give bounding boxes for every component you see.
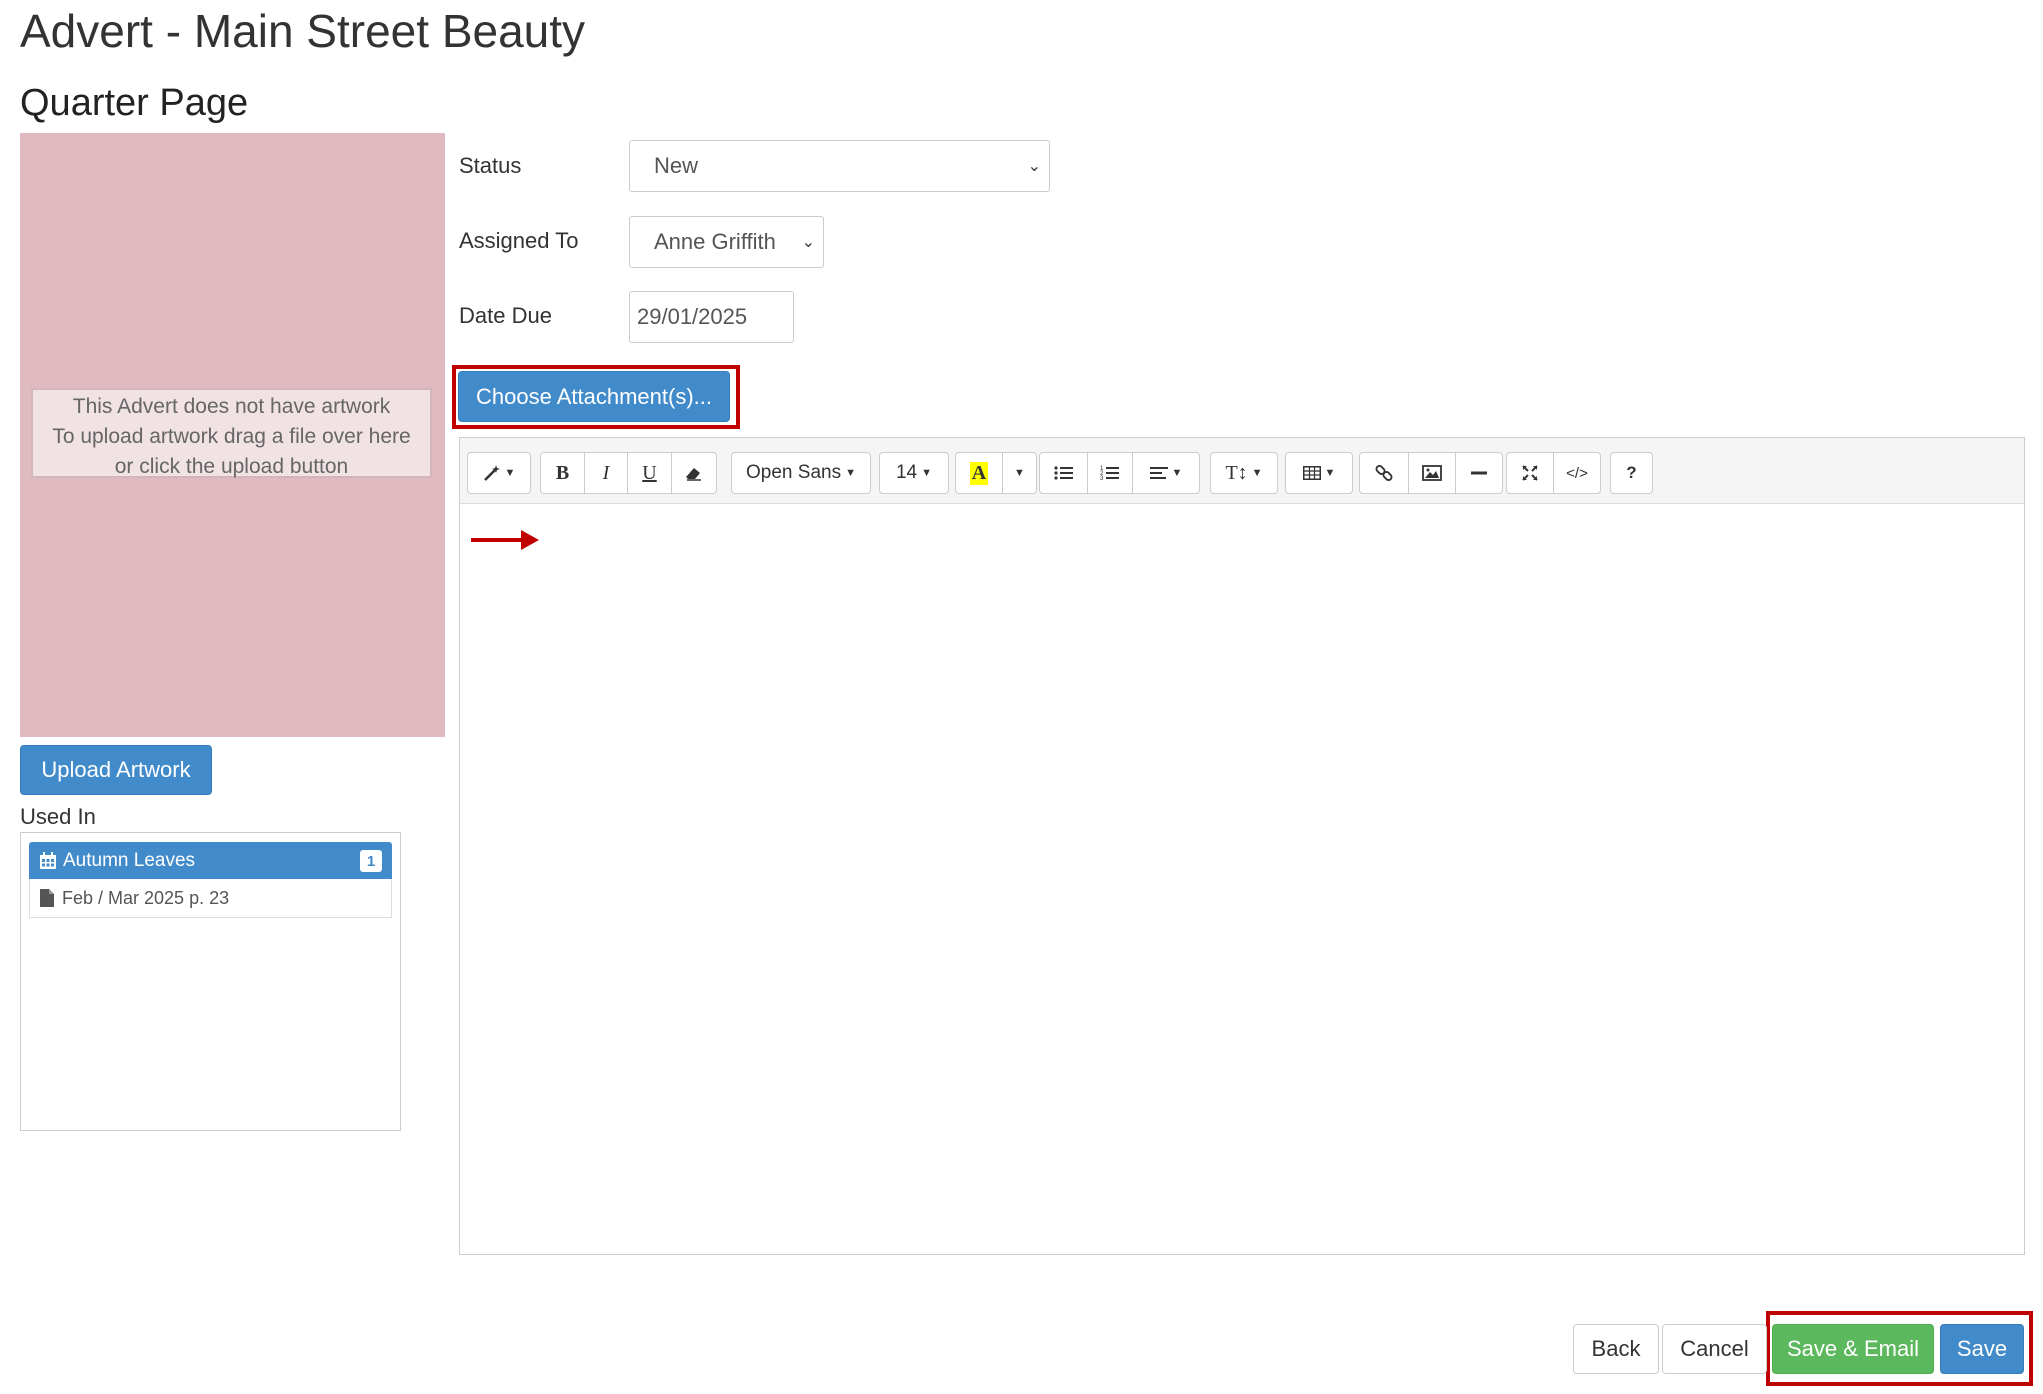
status-label: Status (459, 153, 522, 178)
chevron-down-icon: ⌄ (1027, 158, 1041, 175)
save-button[interactable]: Save (1940, 1324, 2024, 1374)
help-group: ? (1610, 452, 1653, 494)
text-height-icon: T↕ (1225, 461, 1248, 484)
caret-down-icon: ▼ (1014, 467, 1025, 479)
table-icon (1302, 466, 1321, 480)
font-size-group: 14 ▼ (879, 452, 949, 494)
bullet-list-glyph (1053, 466, 1073, 480)
arrow-right-icon (471, 530, 539, 550)
status-select[interactable]: New ⌄ (629, 140, 1050, 192)
eraser-icon[interactable] (671, 452, 717, 494)
page-title: Advert - Main Street Beauty (20, 5, 586, 57)
format-group: B I U (540, 452, 717, 494)
link-icon[interactable] (1359, 452, 1409, 494)
font-name-group: Open Sans ▼ (731, 452, 871, 494)
svg-text:3: 3 (1100, 476, 1104, 482)
publication-name: Autumn Leaves (63, 849, 196, 871)
eraser-icon-glyph (686, 468, 701, 481)
style-group: ▼ (467, 452, 531, 494)
help-glyph: ? (1626, 463, 1637, 482)
artwork-message: This Advert does not have artwork To upl… (31, 388, 432, 478)
artwork-message-line: To upload artwork drag a file over here (52, 425, 411, 448)
list-group: 123 ▼ (1039, 452, 1200, 494)
caret-down-icon: ▼ (921, 467, 933, 479)
expand-glyph (1522, 465, 1538, 481)
issue-item[interactable]: Feb / Mar 2025 p. 23 (29, 879, 392, 918)
assigned-to-label: Assigned To (459, 228, 579, 253)
code-view-icon[interactable]: </> (1553, 452, 1601, 494)
assigned-to-select[interactable]: Anne Griffith ⌄ (629, 216, 824, 268)
calendar-icon (40, 851, 56, 869)
color-group: A ▼ (955, 452, 1037, 494)
font-color-a-glyph: A (969, 461, 989, 485)
insert-group (1359, 452, 1503, 494)
save-and-email-button[interactable]: Save & Email (1772, 1324, 1934, 1374)
date-due-label: Date Due (459, 303, 552, 328)
line-height-group: T↕ ▼ (1210, 452, 1278, 494)
underline-icon[interactable]: U (627, 452, 672, 494)
upload-artwork-button[interactable]: Upload Artwork (20, 745, 212, 795)
table-dropdown[interactable]: ▼ (1285, 452, 1353, 494)
cancel-button[interactable]: Cancel (1662, 1324, 1767, 1374)
font-size-value: 14 (895, 462, 918, 483)
code-glyph: </> (1566, 464, 1588, 482)
caret-down-icon: ▼ (1251, 467, 1263, 479)
font-name-dropdown[interactable]: Open Sans ▼ (731, 452, 871, 494)
font-name-value: Open Sans (746, 462, 842, 483)
caret-down-icon: ▼ (1171, 467, 1183, 479)
date-due-input[interactable]: 29/01/2025 (629, 291, 794, 343)
used-in-panel: Autumn Leaves 1 Feb / Mar 2025 p. 23 (20, 832, 401, 1131)
caret-down-icon: ▼ (845, 467, 856, 479)
editor-content-area[interactable] (460, 504, 2024, 1254)
link-glyph (1375, 465, 1393, 481)
status-value: New (654, 153, 699, 178)
caret-down-icon: ▼ (1324, 467, 1336, 479)
chevron-down-icon: ⌄ (801, 234, 815, 251)
artwork-message-line: or click the upload button (114, 455, 349, 478)
ad-size-heading: Quarter Page (20, 82, 249, 124)
line-height-dropdown[interactable]: T↕ ▼ (1210, 452, 1278, 494)
image-glyph (1422, 465, 1442, 481)
numbered-list-glyph: 123 (1100, 466, 1119, 482)
table-group: ▼ (1285, 452, 1353, 494)
image-icon[interactable] (1408, 452, 1456, 494)
horizontal-rule-icon[interactable] (1455, 452, 1503, 494)
rich-text-editor: ▼ B I U Open Sans ▼ 14 ▼ A ▼ 1 2 3 ▼ T↕ … (459, 437, 2025, 1255)
hr-glyph (1471, 471, 1487, 475)
align-left-icon (1149, 467, 1168, 479)
publication-item[interactable]: Autumn Leaves 1 (29, 842, 392, 879)
artwork-dropzone[interactable]: This Advert does not have artwork To upl… (20, 133, 445, 737)
count-badge: 1 (360, 850, 382, 872)
color-dropdown-button[interactable]: ▼ (1002, 452, 1037, 494)
align-dropdown[interactable]: ▼ (1132, 452, 1200, 494)
assigned-to-value: Anne Griffith (654, 229, 776, 254)
bullet-list-icon[interactable] (1039, 452, 1088, 494)
editor-toolbar: ▼ B I U Open Sans ▼ 14 ▼ A ▼ 1 2 3 ▼ T↕ … (460, 438, 2024, 504)
bold-icon[interactable]: B (540, 452, 585, 494)
magic-wand-icon (483, 465, 500, 481)
numbered-list-icon[interactable]: 123 (1087, 452, 1133, 494)
used-in-label: Used In (20, 804, 96, 829)
fullscreen-icon[interactable] (1506, 452, 1554, 494)
help-icon[interactable]: ? (1610, 452, 1653, 494)
style-button[interactable]: ▼ (467, 452, 531, 494)
font-size-dropdown[interactable]: 14 ▼ (879, 452, 949, 494)
choose-attachments-button[interactable]: Choose Attachment(s)... (458, 371, 730, 422)
issue-label: Feb / Mar 2025 p. 23 (62, 887, 230, 908)
artwork-message-line: This Advert does not have artwork (72, 395, 391, 418)
caret-down-icon: ▼ (504, 467, 516, 479)
back-button[interactable]: Back (1573, 1324, 1659, 1374)
highlight-color-icon[interactable]: A (955, 452, 1003, 494)
italic-icon[interactable]: I (584, 452, 628, 494)
file-icon (40, 889, 54, 907)
date-due-value: 29/01/2025 (637, 304, 748, 329)
view-group: </> (1506, 452, 1601, 494)
